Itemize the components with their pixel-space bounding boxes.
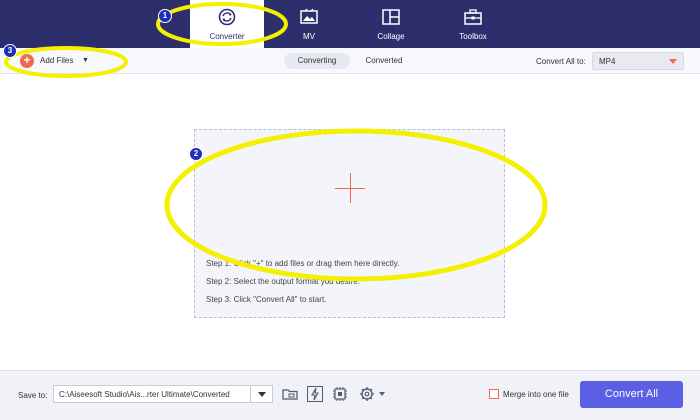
- highlight-overlay: [4, 2, 548, 282]
- annotation-badge: 2: [189, 147, 203, 161]
- highlight-ellipse-dropzone: [164, 128, 548, 282]
- highlight-ellipse-add-files: [4, 46, 128, 78]
- annotation-badge: 1: [158, 9, 172, 23]
- annotation-badge: 3: [3, 44, 17, 58]
- highlight-ellipse-converter: [156, 2, 288, 46]
